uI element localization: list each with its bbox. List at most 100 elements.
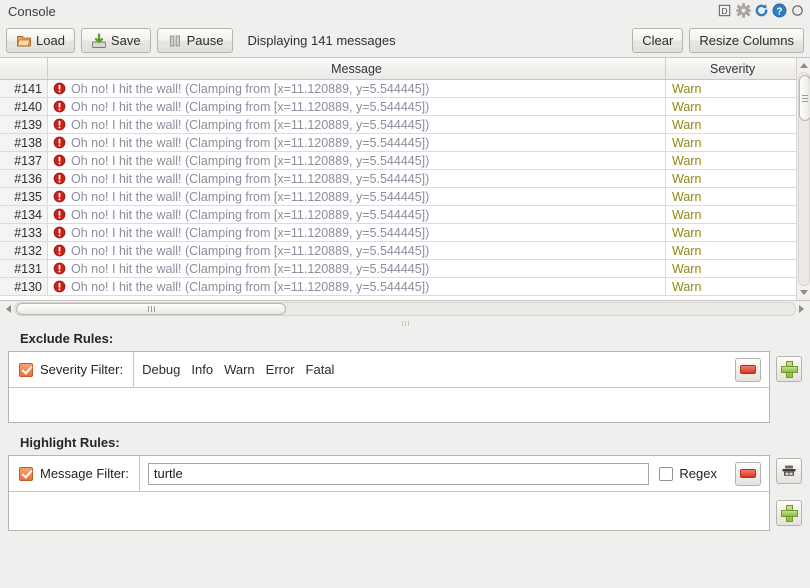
clear-button-label: Clear [642, 34, 673, 47]
row-message-text: Oh no! I hit the wall! (Clamping from [x… [71, 226, 429, 240]
row-message-text: Oh no! I hit the wall! (Clamping from [x… [71, 244, 429, 258]
table-horizontal-scrollbar[interactable] [0, 301, 810, 317]
column-header-severity[interactable]: Severity [666, 58, 810, 79]
exclude-rule-enabled-checkbox[interactable] [19, 363, 33, 377]
close-icon[interactable] [790, 3, 805, 18]
highlight-rules-section: Highlight Rules: Message Filter: Regex [0, 435, 810, 531]
row-index-cell: #141 [0, 80, 48, 97]
highlight-rules-list[interactable]: Message Filter: Regex [8, 455, 770, 531]
exclude-rules-list[interactable]: Severity Filter: Debug Info Warn Error Fatal [8, 351, 770, 423]
error-icon [53, 280, 66, 293]
severity-option[interactable]: Info [191, 362, 213, 377]
pause-icon [167, 33, 183, 49]
severity-option[interactable]: Fatal [306, 362, 335, 377]
table-row[interactable]: #133Oh no! I hit the wall! (Clamping fro… [0, 224, 810, 242]
minus-icon [740, 365, 756, 374]
table-row[interactable]: #132Oh no! I hit the wall! (Clamping fro… [0, 242, 810, 260]
row-message-cell: Oh no! I hit the wall! (Clamping from [x… [48, 80, 666, 97]
regex-checkbox[interactable] [659, 467, 673, 481]
add-exclude-rule-button[interactable] [776, 356, 802, 382]
severity-option[interactable]: Error [266, 362, 295, 377]
reload-icon[interactable] [754, 3, 769, 18]
message-filter-input[interactable] [148, 463, 650, 485]
table-row[interactable]: #138Oh no! I hit the wall! (Clamping fro… [0, 134, 810, 152]
row-message-cell: Oh no! I hit the wall! (Clamping from [x… [48, 260, 666, 277]
row-index-cell: #130 [0, 278, 48, 295]
severity-option-list[interactable]: Debug Info Warn Error Fatal [142, 362, 334, 377]
row-index-cell: #137 [0, 152, 48, 169]
table-row[interactable]: #130Oh no! I hit the wall! (Clamping fro… [0, 278, 810, 296]
table-row[interactable]: #137Oh no! I hit the wall! (Clamping fro… [0, 152, 810, 170]
scroll-down-arrow-icon[interactable] [797, 286, 810, 299]
regex-option[interactable]: Regex [659, 466, 719, 481]
row-message-cell: Oh no! I hit the wall! (Clamping from [x… [48, 188, 666, 205]
choose-highlight-color-button[interactable] [776, 458, 802, 484]
row-index-cell: #140 [0, 98, 48, 115]
table-row[interactable]: #136Oh no! I hit the wall! (Clamping fro… [0, 170, 810, 188]
error-icon [53, 190, 66, 203]
svg-text:D: D [722, 6, 728, 16]
horizontal-scroll-thumb[interactable] [16, 303, 286, 315]
detach-icon[interactable]: D [718, 3, 733, 18]
console-toolbar: Load Save Pause Displaying 141 messages … [0, 24, 810, 57]
vertical-scroll-thumb[interactable] [799, 75, 810, 121]
table-row[interactable]: #141 Oh no! I hit the wall! (Clamping fro… [0, 80, 810, 98]
vertical-scroll-track[interactable] [798, 72, 810, 286]
folder-open-icon [16, 33, 32, 49]
load-button-label: Load [36, 34, 65, 47]
pause-button-label: Pause [187, 34, 224, 47]
table-body[interactable]: #141 Oh no! I hit the wall! (Clamping fro… [0, 80, 810, 300]
resize-columns-button-label: Resize Columns [699, 34, 794, 47]
save-button[interactable]: Save [81, 28, 151, 53]
table-row[interactable]: #134Oh no! I hit the wall! (Clamping fro… [0, 206, 810, 224]
table-row[interactable]: #139Oh no! I hit the wall! (Clamping fro… [0, 116, 810, 134]
row-message-cell: Oh no! I hit the wall! (Clamping from [x… [48, 152, 666, 169]
row-severity-cell: Warn [666, 188, 810, 205]
row-severity-cell: Warn [666, 98, 810, 115]
row-message-text: Oh no! I hit the wall! (Clamping from [x… [71, 100, 429, 114]
clear-button[interactable]: Clear [632, 28, 683, 53]
row-message-text: Oh no! I hit the wall! (Clamping from [x… [71, 172, 429, 186]
remove-highlight-rule-button[interactable] [735, 462, 761, 486]
row-index-cell: #135 [0, 188, 48, 205]
scroll-right-arrow-icon[interactable] [795, 302, 808, 316]
row-severity-cell: Warn [666, 116, 810, 133]
severity-option[interactable]: Warn [224, 362, 255, 377]
exclude-rule-label-cell: Severity Filter: [9, 352, 134, 387]
table-row[interactable]: #131Oh no! I hit the wall! (Clamping fro… [0, 260, 810, 278]
scroll-thumb-grip-icon [802, 95, 808, 102]
help-icon[interactable]: ? [772, 3, 787, 18]
resize-columns-button[interactable]: Resize Columns [689, 28, 804, 53]
pause-button[interactable]: Pause [157, 28, 234, 53]
horizontal-scroll-track[interactable] [14, 302, 796, 316]
scroll-up-arrow-icon[interactable] [797, 59, 810, 72]
error-icon [53, 100, 66, 113]
row-message-cell: Oh no! I hit the wall! (Clamping from [x… [48, 170, 666, 187]
row-severity-cell: Warn [666, 260, 810, 277]
load-button[interactable]: Load [6, 28, 75, 53]
column-header-message[interactable]: Message [48, 58, 666, 79]
error-icon [53, 172, 66, 185]
gear-icon[interactable] [736, 3, 751, 18]
error-icon [53, 226, 66, 239]
remove-exclude-rule-button[interactable] [735, 358, 761, 382]
exclude-rule-value-cell[interactable]: Debug Info Warn Error Fatal [134, 352, 727, 387]
table-header-row: Message Severity [0, 58, 810, 80]
row-message-text: Oh no! I hit the wall! (Clamping from [x… [71, 118, 429, 132]
error-icon [53, 118, 66, 131]
row-message-text: Oh no! I hit the wall! (Clamping from [x… [71, 82, 429, 96]
add-highlight-rule-button[interactable] [776, 500, 802, 526]
highlight-rule-item[interactable]: Message Filter: Regex [9, 456, 769, 492]
highlight-rules-side-buttons [776, 455, 802, 526]
table-vertical-scrollbar[interactable] [796, 58, 810, 300]
exclude-rule-item[interactable]: Severity Filter: Debug Info Warn Error Fatal [9, 352, 769, 388]
row-message-cell: Oh no! I hit the wall! (Clamping from [x… [48, 206, 666, 223]
severity-option[interactable]: Debug [142, 362, 180, 377]
column-header-index[interactable] [0, 58, 48, 79]
highlight-rule-enabled-checkbox[interactable] [19, 467, 33, 481]
row-message-text: Oh no! I hit the wall! (Clamping from [x… [71, 190, 429, 204]
error-icon [53, 82, 66, 95]
table-row[interactable]: #140 Oh no! I hit the wall! (Clamping fro… [0, 98, 810, 116]
table-row[interactable]: #135 Oh no! I hit the wall! (Clamping fro… [0, 188, 810, 206]
panel-splitter-top[interactable] [0, 317, 810, 329]
